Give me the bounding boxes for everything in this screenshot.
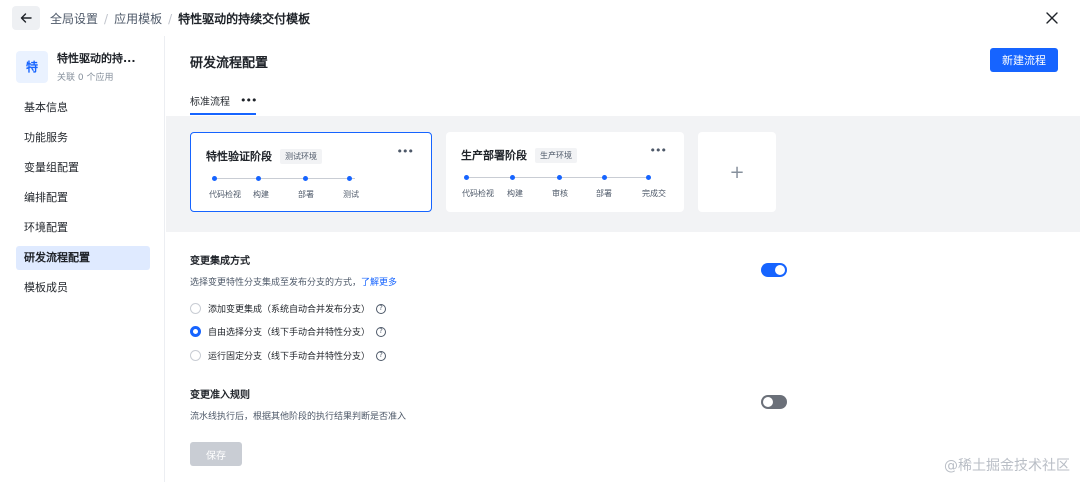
change-admission-toggle[interactable] <box>761 395 787 409</box>
integration-option-auto[interactable]: 添加变更集成（系统自动合并发布分支） ? <box>190 302 387 315</box>
back-button[interactable] <box>12 6 40 30</box>
template-name: 特性驱动的持... <box>57 52 136 65</box>
radio-label: 运行固定分支（线下手动合并特性分支） <box>208 352 371 362</box>
stage-name: 生产部署阶段 <box>461 149 527 162</box>
step-dot <box>510 175 515 180</box>
stage-name: 特性验证阶段 <box>206 150 272 163</box>
stage-menu-icon[interactable]: ••• <box>397 145 414 158</box>
stage-card-production-deploy[interactable]: 生产部署阶段 生产环境 ••• 代码检视 构建 审核 部署 完成交 <box>446 132 684 212</box>
step-label: 构建 <box>507 189 523 198</box>
radio-button-checked[interactable] <box>190 326 201 337</box>
stage-env-badge: 测试环境 <box>280 148 322 164</box>
change-integration-section: 变更集成方式 选择变更特性分支集成至发布分支的方式，了解更多 <box>190 252 397 288</box>
change-admission-section: 变更准入规则 流水线执行后，根据其他阶段的执行结果判断是否准入 <box>190 386 406 422</box>
sidebar-nav: 基本信息 功能服务 变量组配置 编排配置 环境配置 研发流程配置 模板成员 <box>16 96 150 306</box>
sidebar-item-environments[interactable]: 环境配置 <box>16 216 150 240</box>
radio-label: 自由选择分支（线下手动合并特性分支） <box>208 328 371 338</box>
step-dot <box>646 175 651 180</box>
tab-label: 标准流程 <box>190 97 230 108</box>
sidebar-item-variable-groups[interactable]: 变量组配置 <box>16 156 150 180</box>
breadcrumb-separator: / <box>168 11 173 26</box>
top-bar: 全局设置 / 应用模板 / 特性驱动的持续交付模板 <box>0 0 1080 36</box>
breadcrumb-app-templates[interactable]: 应用模板 <box>114 10 162 27</box>
breadcrumb-global-settings[interactable]: 全局设置 <box>50 10 98 27</box>
stage-steps: 代码检视 构建 审核 部署 完成交 <box>446 175 684 205</box>
toggle-knob <box>775 265 785 275</box>
step-label: 部署 <box>596 189 612 198</box>
step-dot <box>212 176 217 181</box>
step-label: 测试 <box>343 190 359 199</box>
change-integration-toggle[interactable] <box>761 263 787 277</box>
new-flow-button[interactable]: 新建流程 <box>990 48 1058 72</box>
radio-button[interactable] <box>190 303 201 314</box>
step-label: 构建 <box>253 190 269 199</box>
sidebar-item-dev-flow[interactable]: 研发流程配置 <box>16 246 150 270</box>
close-icon <box>1046 12 1058 24</box>
step-label: 完成交 <box>642 189 666 198</box>
change-integration-desc: 选择变更特性分支集成至发布分支的方式，了解更多 <box>190 275 397 288</box>
sidebar: 特 特性驱动的持... 关联 0 个应用 基本信息 功能服务 变量组配置 编排配… <box>0 36 165 482</box>
page-title: 研发流程配置 <box>190 56 269 71</box>
stage-menu-icon[interactable]: ••• <box>650 144 667 157</box>
change-integration-title: 变更集成方式 <box>190 256 250 267</box>
watermark: @稀土掘金技术社区 <box>944 458 1070 474</box>
step-dot <box>303 176 308 181</box>
close-button[interactable] <box>1042 8 1062 28</box>
flow-tabs: 标准流程 ••• <box>190 93 257 115</box>
step-label: 审核 <box>552 189 568 198</box>
more-icon[interactable]: ••• <box>240 94 257 107</box>
template-linked-apps: 关联 0 个应用 <box>57 73 114 83</box>
change-admission-desc: 流水线执行后，根据其他阶段的执行结果判断是否准入 <box>190 412 407 422</box>
step-dot <box>464 175 469 180</box>
integration-option-free-select[interactable]: 自由选择分支（线下手动合并特性分支） ? <box>190 325 387 338</box>
main-content: 研发流程配置 新建流程 标准流程 ••• 特性验证阶段 测试环境 ••• 代码检… <box>166 36 1080 482</box>
arrow-left-icon <box>20 13 32 23</box>
stage-steps: 代码检视 构建 部署 测试 <box>191 176 431 206</box>
help-icon[interactable]: ? <box>376 326 387 337</box>
step-dot <box>602 175 607 180</box>
step-label: 代码检视 <box>462 189 494 198</box>
radio-button[interactable] <box>190 350 201 361</box>
integration-option-fixed-branch[interactable]: 运行固定分支（线下手动合并特性分支） ? <box>190 349 387 362</box>
save-button[interactable]: 保存 <box>190 442 242 466</box>
sidebar-item-services[interactable]: 功能服务 <box>16 126 150 150</box>
breadcrumb-separator: / <box>104 11 109 26</box>
step-label: 代码检视 <box>209 190 241 199</box>
sidebar-item-orchestration[interactable]: 编排配置 <box>16 186 150 210</box>
step-dot <box>256 176 261 181</box>
sidebar-item-basic-info[interactable]: 基本信息 <box>16 96 150 120</box>
radio-label: 添加变更集成（系统自动合并发布分支） <box>208 305 371 315</box>
change-admission-title: 变更准入规则 <box>190 390 250 401</box>
breadcrumb-current: 特性驱动的持续交付模板 <box>178 12 311 26</box>
add-stage-button[interactable]: + <box>698 132 776 212</box>
template-avatar: 特 <box>16 50 48 83</box>
toggle-knob <box>763 397 773 407</box>
step-connector <box>215 178 355 179</box>
change-integration-desc-text: 选择变更特性分支集成至发布分支的方式， <box>190 278 362 288</box>
stage-card-feature-verify[interactable]: 特性验证阶段 测试环境 ••• 代码检视 构建 部署 测试 <box>190 132 432 212</box>
help-icon[interactable]: ? <box>376 350 387 361</box>
step-dot <box>347 176 352 181</box>
stage-area: 特性验证阶段 测试环境 ••• 代码检视 构建 部署 测试 生产部署阶段 生产环… <box>166 116 1080 232</box>
tab-standard-flow[interactable]: 标准流程 ••• <box>190 93 257 115</box>
template-card: 特 特性驱动的持... 关联 0 个应用 <box>16 50 147 83</box>
step-dot <box>557 175 562 180</box>
help-icon[interactable]: ? <box>376 303 387 314</box>
learn-more-link[interactable]: 了解更多 <box>361 278 397 288</box>
breadcrumb: 全局设置 / 应用模板 / 特性驱动的持续交付模板 <box>50 10 310 27</box>
stage-env-badge: 生产环境 <box>535 147 577 163</box>
step-label: 部署 <box>298 190 314 199</box>
sidebar-item-members[interactable]: 模板成员 <box>16 276 150 300</box>
